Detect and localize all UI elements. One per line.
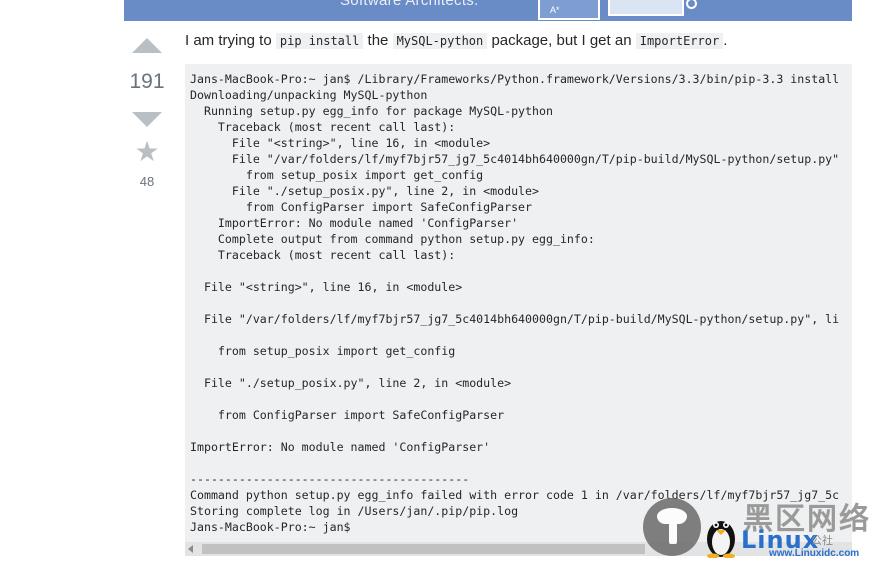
upvote-arrow-icon[interactable]	[132, 38, 162, 53]
site-watermark: 黑区网络 Linux 公社 www.Linuxidc.com	[643, 492, 877, 562]
code-line: Traceback (most recent call last):	[190, 248, 456, 262]
watermark-logo-icon	[643, 498, 701, 556]
code-line: File "/var/folders/lf/myf7bjr57_jg7_5c40…	[190, 312, 840, 326]
question-text-part: .	[723, 32, 728, 49]
scrollbar-thumb[interactable]	[202, 544, 645, 554]
favorite-count: 48	[139, 174, 155, 189]
code-line: ImportError: No module named 'ConfigPars…	[190, 216, 519, 230]
question-text-part: I am trying to	[185, 32, 272, 49]
code-line: Traceback (most recent call last):	[190, 120, 456, 134]
code-line: File "./setup_posix.py", line 2, in <mod…	[190, 184, 540, 198]
code-line: File "<string>", line 16, in <module>	[190, 280, 463, 294]
banner-art-label: A*	[550, 5, 560, 15]
code-line: from setup_posix import get_config	[190, 168, 484, 182]
code-block[interactable]: Jans-MacBook-Pro:~ jan$ /Library/Framewo…	[185, 64, 852, 556]
penguin-icon	[707, 521, 735, 558]
banner-illustration: A*	[538, 0, 738, 21]
code-line: from setup_posix import get_config	[190, 344, 456, 358]
code-line: Downloading/unpacking MySQL-python	[190, 88, 428, 102]
code-line: from ConfigParser import SafeConfigParse…	[190, 408, 505, 422]
code-line: File "<string>", line 16, in <module>	[190, 136, 491, 150]
code-line: Complete output from command python setu…	[190, 232, 595, 246]
ad-banner[interactable]: Software Architects. A*	[124, 0, 852, 21]
mushroom-stem-icon	[669, 522, 677, 544]
star-icon[interactable]: ★	[132, 136, 162, 168]
scroll-left-arrow-icon[interactable]	[188, 545, 193, 553]
question-text: I am trying to pip install the MySQL-pyt…	[185, 32, 727, 49]
watermark-subtitle: 公社	[811, 535, 833, 547]
downvote-arrow-icon[interactable]	[132, 112, 162, 127]
code-line: Running setup.py egg_info for package My…	[190, 104, 553, 118]
code-lines: Jans-MacBook-Pro:~ jan$ /Library/Framewo…	[190, 71, 839, 535]
inline-code: ImportError	[635, 33, 724, 49]
vote-count: 191	[129, 70, 165, 93]
code-line: ImportError: No module named 'ConfigPars…	[190, 440, 491, 454]
banner-text: Software Architects.	[340, 0, 479, 9]
monitor-illustration	[608, 0, 684, 16]
code-line: from ConfigParser import SafeConfigParse…	[190, 200, 533, 214]
inline-code: pip install	[275, 33, 364, 49]
inline-code: MySQL-python	[392, 33, 488, 49]
circle-icon	[686, 0, 697, 9]
watermark-url: www.Linuxidc.com	[769, 548, 860, 559]
question-text-part: package, but I get an	[491, 32, 632, 49]
code-line: Jans-MacBook-Pro:~ jan$ /Library/Framewo…	[190, 72, 840, 86]
question-text-part: the	[367, 32, 389, 49]
code-line: ----------------------------------------	[190, 472, 470, 486]
code-line: File "./setup_posix.py", line 2, in <mod…	[190, 376, 512, 390]
code-line: File "/var/folders/lf/myf7bjr57_jg7_5c40…	[190, 152, 840, 166]
monitor-illustration: A*	[538, 0, 600, 20]
